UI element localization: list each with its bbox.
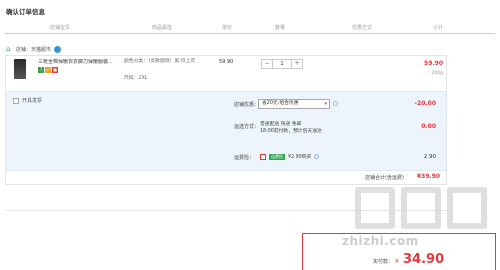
col-attributes: 商品属性 <box>152 25 173 31</box>
product-spec: 颜色分类：（女款圆领）黑-仅上衣 <box>124 59 196 64</box>
invoice-option[interactable]: 开具发票 <box>13 97 42 104</box>
seven-day-return-icon: 7 <box>38 67 44 73</box>
shipping-fee: 0.00 <box>421 123 436 130</box>
qty-minus-button[interactable]: − <box>262 60 272 68</box>
insurance-text: ¥2.90购买 <box>288 155 312 160</box>
insurance-badge: 运费险 <box>269 153 285 160</box>
shop-total: 店铺合计(含运费) ¥39.90 <box>5 171 447 185</box>
watermark-glyph <box>447 187 487 229</box>
payment-currency: ¥ <box>395 258 399 265</box>
quantity-stepper[interactable]: − 1 + <box>261 59 303 69</box>
payment-amount: 34.90 <box>403 252 445 267</box>
insurance-info-icon[interactable] <box>314 154 320 159</box>
insurance-fee: 2.90 <box>423 154 436 160</box>
qty-value[interactable]: 1 <box>272 60 292 68</box>
payment-label: 实付款： <box>373 259 394 265</box>
product-size: 尺码：2XL <box>124 76 148 81</box>
watermark-logo <box>355 187 495 229</box>
service-badges: 7 ✓ ■ <box>38 67 58 73</box>
promo-area: 开具发票 店铺优惠： 省20元:组合优惠 -20.00 运送方式： 普通配送 快… <box>5 91 447 171</box>
insurance-option[interactable]: 运费险 ¥2.90购买 <box>260 153 320 160</box>
table-header: 店铺宝贝 商品属性 单价 数量 优惠方式 小计 <box>5 22 495 34</box>
shipping-label: 运送方式： <box>234 124 260 130</box>
shop-promo-label: 店铺优惠： <box>234 102 260 108</box>
shipping-line-2: 18:00前付款，预计后天送达 <box>260 128 322 134</box>
chat-icon[interactable] <box>54 45 62 53</box>
col-shop-item: 店铺宝贝 <box>50 25 71 31</box>
shipping-method: 普通配送 快递 免邮 18:00前付款，预计后天送达 <box>260 122 360 135</box>
invoice-label: 开具发票 <box>22 98 43 104</box>
shop-total-label: 店铺合计(含运费) <box>365 175 404 181</box>
page-title: 确认订单信息 <box>6 8 45 16</box>
guarantee-icon: ✓ <box>45 67 51 73</box>
item-subtotal: 59.90 <box>424 60 443 67</box>
col-subtotal: 小计 <box>433 25 444 31</box>
col-promo: 优惠方式 <box>352 25 373 31</box>
shop-label[interactable]: 店铺：天猫超市 <box>16 46 51 53</box>
shop-total-value: ¥39.90 <box>416 173 440 180</box>
shop-icon: ⌂ <box>6 45 11 53</box>
insurance-checkbox[interactable] <box>260 153 266 160</box>
product-thumbnail[interactable] <box>14 59 26 79</box>
invoice-checkbox[interactable] <box>13 97 19 104</box>
insurance-label: 运费险： <box>234 155 255 161</box>
order-item: 三枪全棉保暖衣衣脚力保暖服装... 7 ✓ ■ 颜色分类：（女款圆领）黑-仅上衣… <box>5 55 447 90</box>
qty-plus-button[interactable]: + <box>292 60 302 68</box>
info-icon[interactable] <box>333 101 338 106</box>
watermark-glyph <box>355 187 395 229</box>
unit-price: 59.90 <box>219 59 234 65</box>
product-title[interactable]: 三枪全棉保暖衣衣脚力保暖服装... <box>38 59 116 65</box>
shop-promo-select[interactable]: 省20元:组合优惠 <box>258 99 330 109</box>
promo-discount: -20.00 <box>414 100 436 107</box>
col-unit-price: 单价 <box>222 25 233 31</box>
item-weight: 200g <box>431 71 443 76</box>
watermark-text: zhizhi.com <box>342 234 419 248</box>
watermark-glyph <box>401 187 441 229</box>
col-quantity: 数量 <box>275 25 286 31</box>
tmall-icon: ■ <box>52 67 58 73</box>
shop-row: ⌂ 店铺：天猫超市 <box>6 44 62 54</box>
